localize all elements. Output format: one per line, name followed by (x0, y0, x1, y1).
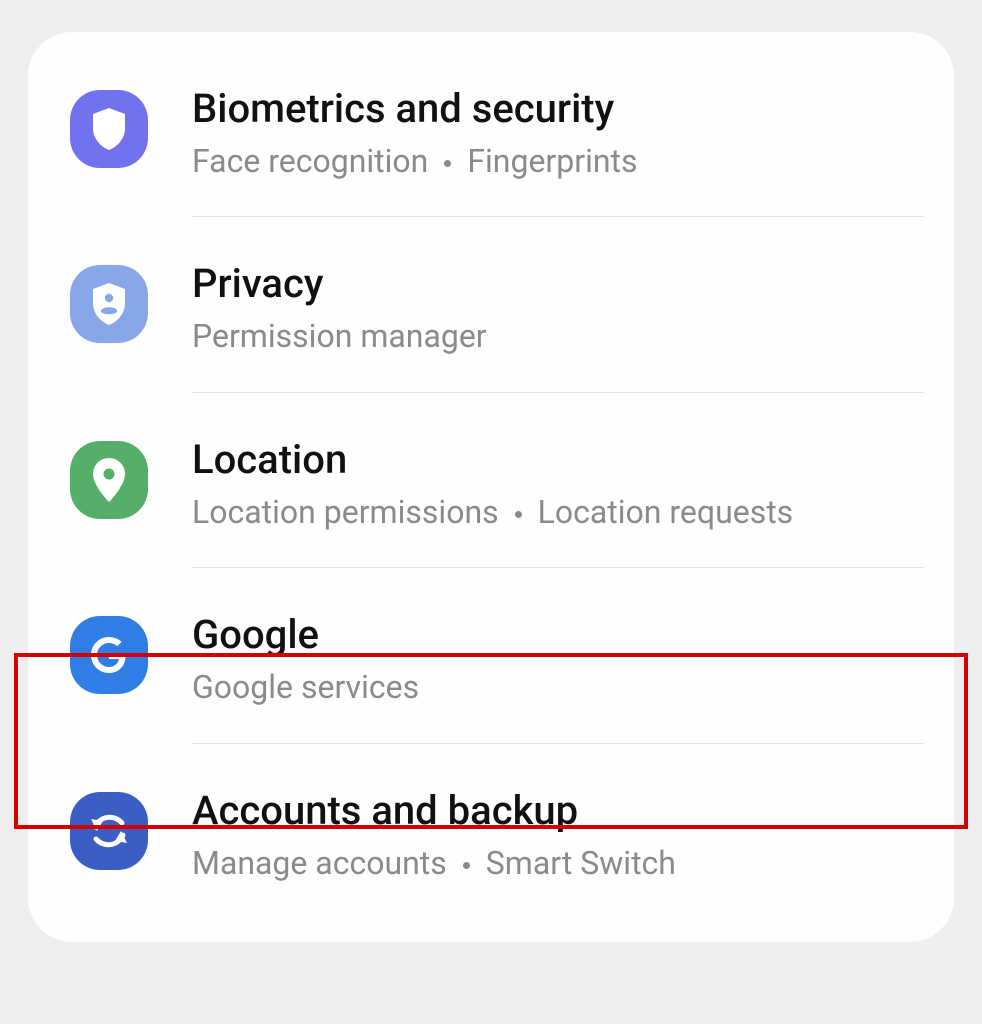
settings-item-text: Privacy Permission manager (148, 261, 487, 355)
settings-item-title: Accounts and backup (192, 788, 676, 834)
google-g-icon (70, 616, 148, 694)
sync-icon (70, 792, 148, 870)
settings-item-title: Privacy (192, 261, 487, 307)
settings-item-text: Biometrics and security Face recognition… (148, 86, 638, 180)
settings-item-text: Google Google services (148, 612, 419, 706)
settings-item-subtitle: Permission manager (192, 317, 487, 355)
settings-item-google[interactable]: Google Google services (28, 568, 954, 742)
settings-item-text: Location Location permissionsLocation re… (148, 437, 793, 531)
settings-item-title: Biometrics and security (192, 86, 638, 132)
settings-item-accounts[interactable]: Accounts and backup Manage accountsSmart… (28, 744, 954, 918)
location-pin-icon (70, 441, 148, 519)
shield-icon (70, 90, 148, 168)
settings-item-title: Google (192, 612, 419, 658)
settings-item-subtitle: Face recognitionFingerprints (192, 142, 638, 180)
settings-item-title: Location (192, 437, 793, 483)
settings-item-subtitle: Location permissionsLocation requests (192, 493, 793, 531)
settings-item-biometrics[interactable]: Biometrics and security Face recognition… (28, 42, 954, 216)
settings-item-location[interactable]: Location Location permissionsLocation re… (28, 393, 954, 567)
settings-item-subtitle: Google services (192, 668, 419, 706)
shield-person-icon (70, 265, 148, 343)
settings-item-subtitle: Manage accountsSmart Switch (192, 844, 676, 882)
settings-item-privacy[interactable]: Privacy Permission manager (28, 217, 954, 391)
settings-item-text: Accounts and backup Manage accountsSmart… (148, 788, 676, 882)
settings-card: Biometrics and security Face recognition… (28, 32, 954, 942)
